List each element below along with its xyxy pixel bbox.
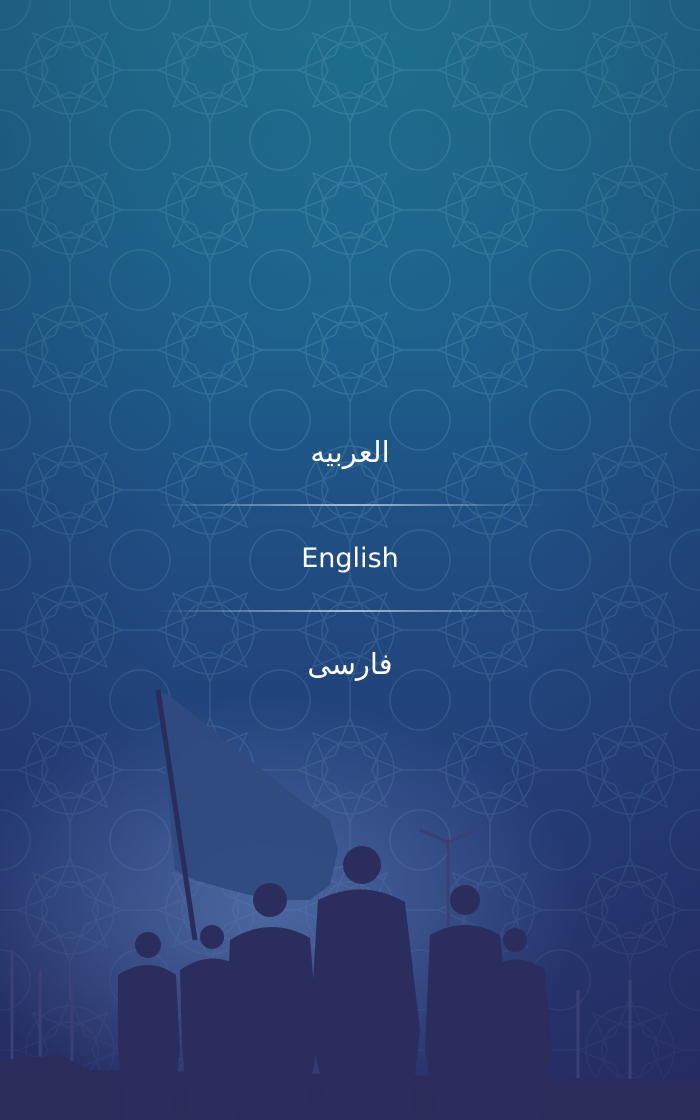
language-option-persian[interactable]: فارسی [150, 612, 550, 716]
language-selection-screen: العربيه English فارسی [0, 0, 700, 1120]
language-option-arabic[interactable]: العربيه [150, 400, 550, 504]
language-option-english[interactable]: English [150, 506, 550, 610]
language-menu: العربيه English فارسی [150, 400, 550, 716]
pilgrims-silhouette-image [0, 650, 700, 1120]
